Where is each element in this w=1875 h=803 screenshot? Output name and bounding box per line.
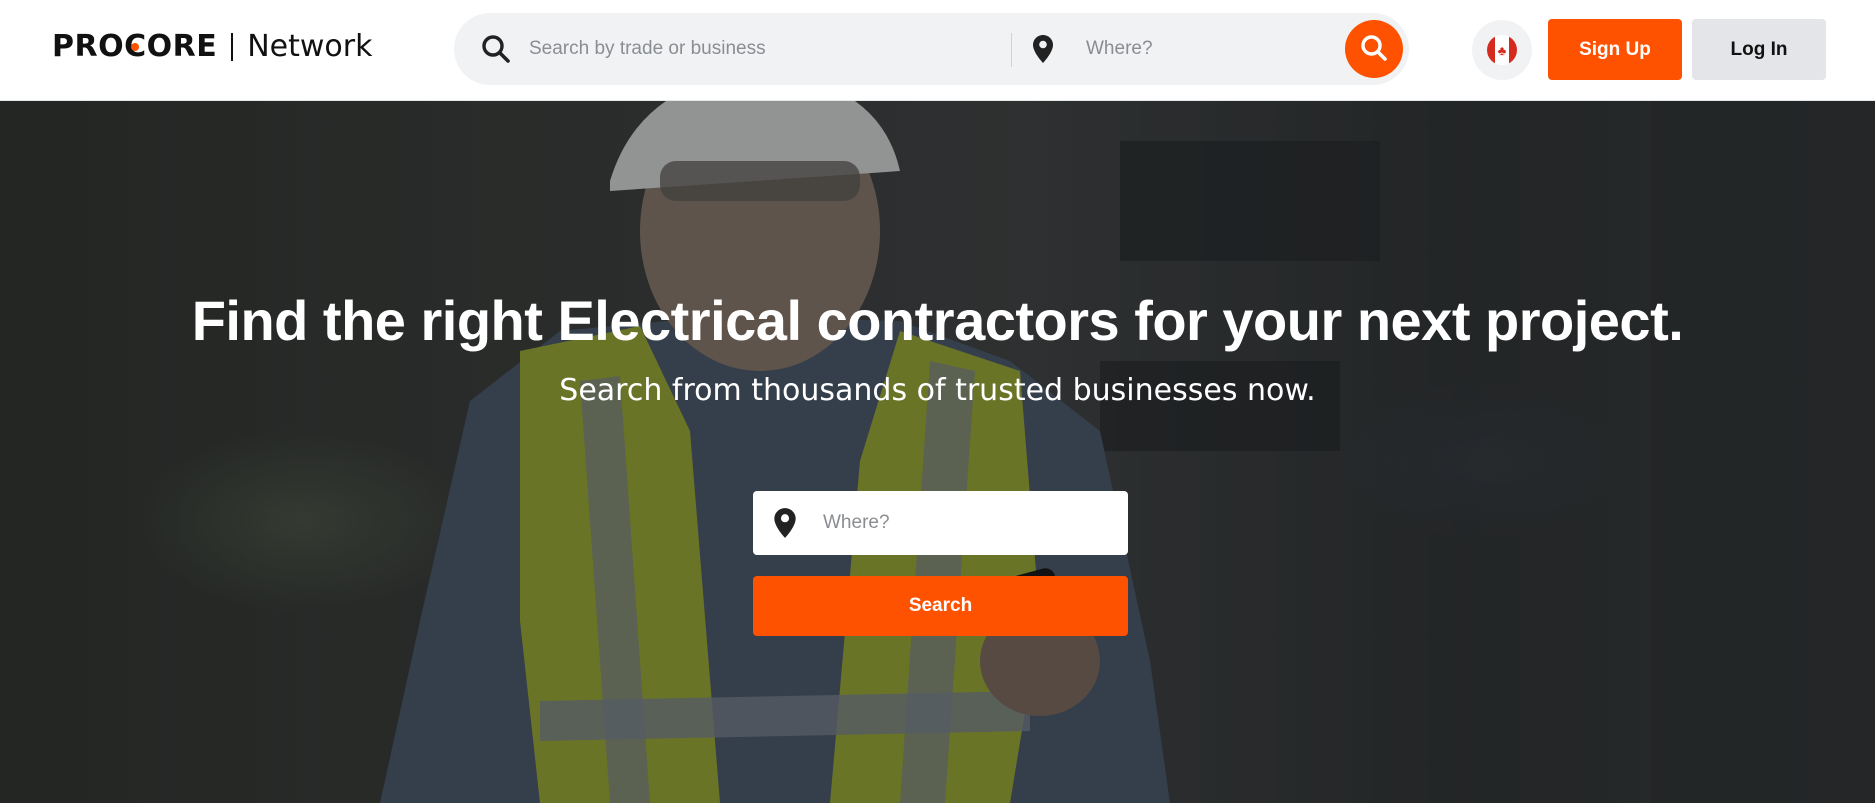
canada-flag-icon: ♣ bbox=[1487, 35, 1517, 65]
hero-location-input[interactable] bbox=[823, 491, 1113, 555]
log-in-button[interactable]: Log In bbox=[1692, 19, 1826, 80]
search-divider bbox=[1011, 33, 1012, 67]
hero-location-field bbox=[753, 491, 1128, 555]
logo-c-mark: C bbox=[124, 30, 147, 64]
sign-up-button[interactable]: Sign Up bbox=[1548, 19, 1682, 80]
header-search-bar bbox=[454, 13, 1409, 85]
location-pin-icon bbox=[773, 491, 797, 555]
search-icon bbox=[1359, 33, 1389, 66]
search-icon bbox=[480, 13, 512, 85]
location-search-input[interactable] bbox=[1086, 13, 1336, 85]
location-pin-icon bbox=[1032, 13, 1054, 85]
logo-divider bbox=[231, 33, 234, 61]
hero-overlay bbox=[0, 101, 1875, 803]
hero-section: Find the right Electrical contractors fo… bbox=[0, 101, 1875, 803]
hero-subtitle: Search from thousands of trusted busines… bbox=[559, 373, 1316, 408]
header-search-button[interactable] bbox=[1345, 20, 1403, 78]
region-selector-button[interactable]: ♣ bbox=[1472, 20, 1532, 80]
trade-search-input[interactable] bbox=[529, 13, 999, 85]
procore-wordmark: PROCORE bbox=[52, 29, 218, 64]
hero-search-button[interactable]: Search bbox=[753, 576, 1128, 636]
site-header: PROCORE Network ♣ Sign Up Log In bbox=[0, 0, 1875, 101]
logo-dot bbox=[131, 43, 140, 51]
logo-network-text: Network bbox=[247, 29, 373, 64]
procore-network-logo[interactable]: PROCORE Network bbox=[52, 30, 373, 64]
hero-title: Find the right Electrical contractors fo… bbox=[191, 289, 1684, 352]
